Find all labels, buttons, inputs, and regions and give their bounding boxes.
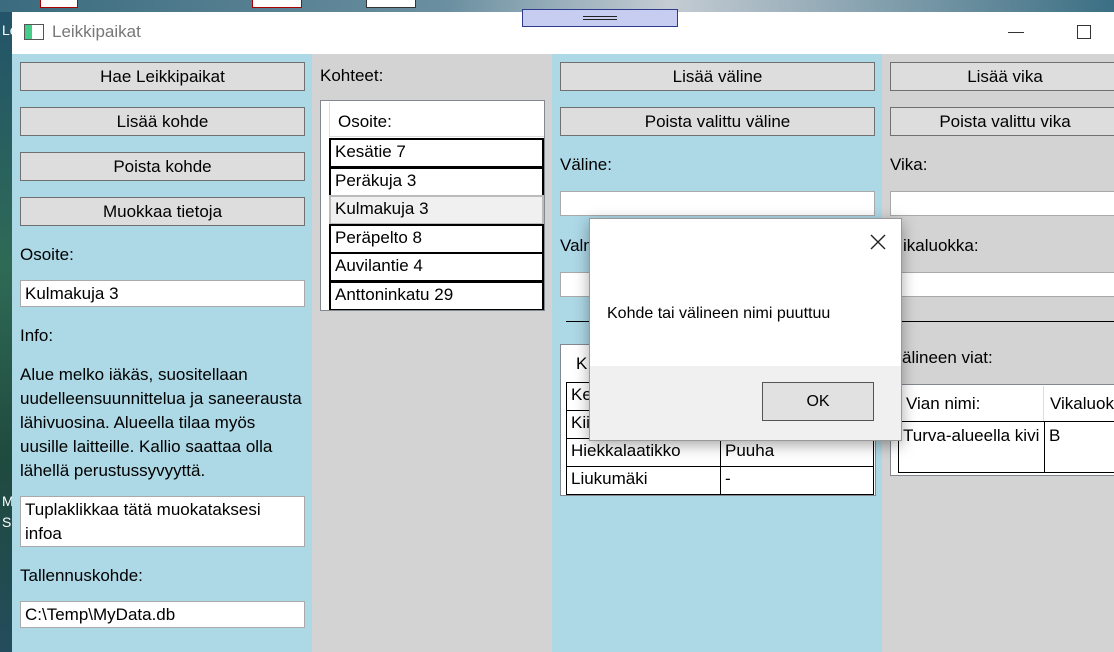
equipment-name-cell[interactable]: Liukumäki: [566, 466, 721, 495]
remove-fault-button[interactable]: Poista valittu vika: [890, 107, 1114, 136]
app-icon: [24, 24, 44, 40]
separator: [900, 321, 1114, 322]
targets-label: Kohteet:: [320, 66, 384, 85]
equipment-faults-label: älineen viat:: [902, 348, 993, 367]
desktop-text: S: [2, 514, 12, 530]
address-label: Osoite:: [20, 245, 74, 264]
fault-name-cell[interactable]: Turva-alueella kivi: [898, 421, 1045, 473]
faults-grid-header-name[interactable]: Vian nimi:: [900, 386, 1044, 422]
window-title: Leikkipaikat: [52, 22, 141, 41]
target-list-item[interactable]: Kesätie 7: [329, 138, 544, 167]
info-text: Alue melko iäkäs, suositellaan uudelleen…: [20, 365, 302, 480]
fault-class-label: ikaluokka:: [903, 236, 979, 255]
close-icon[interactable]: [869, 233, 887, 251]
target-list-item[interactable]: Auvilantie 4: [329, 252, 544, 281]
remove-target-button[interactable]: Poista kohde: [20, 152, 305, 181]
save-location-label: Tallennuskohde:: [20, 566, 143, 585]
target-list-item[interactable]: Anttoninkatu 29: [329, 280, 544, 310]
maximize-icon[interactable]: [1077, 25, 1091, 39]
targets-list-header[interactable]: Osoite:: [330, 102, 544, 137]
info-label: Info:: [20, 326, 54, 345]
fault-label: Vika:: [890, 155, 928, 174]
fault-field[interactable]: [890, 191, 1114, 216]
equipment-name-cell[interactable]: Hiekkalaatikko: [566, 438, 721, 467]
save-path-field[interactable]: C:\Temp\MyData.db: [20, 601, 305, 628]
window-drag-handle[interactable]: [522, 9, 678, 27]
target-list-item[interactable]: Kulmakuja 3: [329, 195, 544, 224]
remove-equipment-button[interactable]: Poista valittu väline: [560, 107, 875, 136]
info-edit-field[interactable]: Tuplaklikkaa tätä muokataksesi infoa: [20, 496, 305, 547]
list-header-gutter: [322, 102, 330, 137]
taskbar-thumbnail: [366, 0, 416, 8]
message-dialog: Kohde tai välineen nimi puuttuu OK: [589, 218, 902, 441]
target-list-item[interactable]: Peräpelto 8: [329, 223, 544, 253]
address-field[interactable]: Kulmakuja 3: [20, 280, 305, 307]
fault-class-field[interactable]: [890, 272, 1114, 297]
equipment-value-cell[interactable]: -: [720, 466, 874, 495]
fetch-playgrounds-button[interactable]: Hae Leikkipaikat: [20, 62, 305, 91]
faults-grid-header-class[interactable]: Vikaluok: [1044, 386, 1114, 422]
left-panel: [12, 54, 312, 652]
edit-details-button[interactable]: Muokkaa tietoja: [20, 197, 305, 226]
minimize-icon[interactable]: [1008, 32, 1024, 33]
target-list-item[interactable]: Peräkuja 3: [329, 166, 544, 196]
add-equipment-button[interactable]: Lisää väline: [560, 62, 875, 91]
equipment-field[interactable]: [560, 191, 875, 216]
taskbar-thumbnail: [40, 0, 78, 8]
equipment-label: Väline:: [560, 155, 612, 174]
add-target-button[interactable]: Lisää kohde: [20, 107, 305, 136]
taskbar-thumbnail: [252, 0, 302, 8]
equipment-value-cell[interactable]: Puuha: [720, 438, 874, 467]
fault-class-cell[interactable]: B: [1044, 421, 1114, 473]
dialog-message: Kohde tai välineen nimi puuttuu: [607, 305, 831, 322]
add-fault-button[interactable]: Lisää vika: [890, 62, 1114, 91]
ok-button[interactable]: OK: [762, 382, 874, 421]
desktop-background-left: [0, 12, 12, 652]
